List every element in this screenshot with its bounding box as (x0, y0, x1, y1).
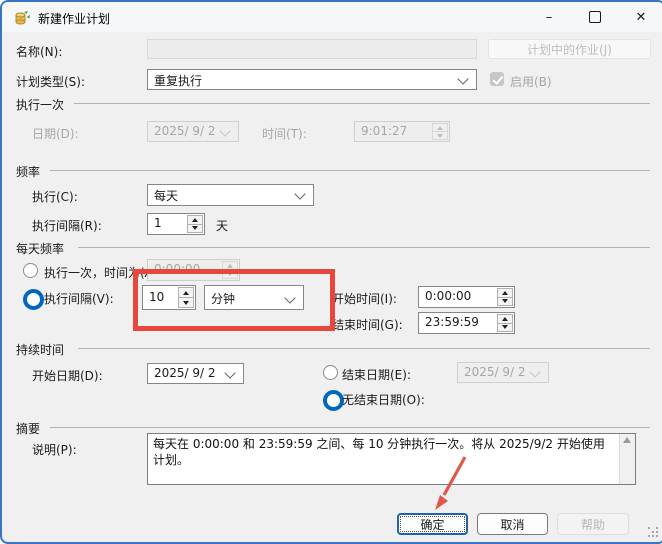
end-date-radio[interactable] (323, 365, 338, 380)
end-date-label: 结束日期(E): (342, 366, 411, 383)
cancel-label: 取消 (500, 516, 524, 533)
description-text: 每天在 0:00:00 和 23:59:59 之间、每 10 分钟执行一次。将从… (153, 436, 615, 468)
end-date-select[interactable]: 2025/ 9/ 2 (457, 362, 549, 383)
no-end-date-label: 无结束日期(O): (342, 391, 425, 408)
summary-group-line (50, 427, 650, 428)
title-bar: 新建作业计划 – ✕ (2, 2, 662, 32)
name-input[interactable] (147, 39, 477, 59)
window-title: 新建作业计划 (38, 10, 110, 27)
spin-down-icon[interactable] (497, 323, 513, 333)
close-button[interactable]: ✕ (618, 2, 662, 32)
one-time-group-line (74, 103, 650, 104)
spin-up-icon[interactable] (497, 288, 513, 297)
description-textbox[interactable]: 每天在 0:00:00 和 23:59:59 之间、每 10 分钟执行一次。将从… (147, 433, 636, 485)
time-spinner[interactable]: 9:01:27 (354, 121, 450, 142)
enabled-checkbox[interactable] (490, 72, 504, 86)
recurs-interval-unit: 天 (216, 217, 228, 234)
cancel-button[interactable]: 取消 (477, 513, 548, 535)
schedule-type-value: 重复执行 (154, 72, 202, 89)
new-job-schedule-dialog: 新建作业计划 – ✕ 名称(N): 计划中的作业(J) 计划类型(S): 重复执… (0, 0, 662, 544)
minimize-icon: – (546, 10, 553, 25)
date-select[interactable]: 2025/ 9/ 2 (147, 121, 239, 142)
help-button[interactable]: 帮助 (557, 513, 629, 535)
occurs-every-radio[interactable] (23, 289, 44, 310)
start-time-value: 0:00:00 (425, 289, 471, 303)
schedule-type-label: 计划类型(S): (16, 73, 85, 90)
start-time-spinner[interactable]: 0:00:00 (418, 286, 515, 308)
chevron-down-icon (294, 188, 305, 199)
maximize-button[interactable] (572, 2, 618, 32)
date-label: 日期(D): (32, 125, 79, 142)
no-end-date-radio[interactable] (323, 390, 344, 411)
enabled-label: 启用(B) (510, 73, 552, 90)
recurs-interval-label: 执行间隔(R): (32, 217, 102, 234)
end-time-value: 23:59:59 (425, 315, 479, 329)
minimize-button[interactable]: – (526, 2, 572, 32)
maximize-icon (589, 11, 601, 23)
name-label: 名称(N): (16, 43, 62, 60)
daily-group-label: 每天频率 (16, 240, 64, 257)
schedule-type-select[interactable]: 重复执行 (147, 69, 477, 90)
description-label: 说明(P): (32, 441, 77, 458)
scroll-up-icon (623, 437, 631, 443)
highlight-box-annotation (133, 269, 335, 331)
ok-button[interactable]: 确定 (397, 513, 468, 535)
occurs-every-label: 执行间隔(V): (44, 290, 114, 307)
jobs-in-schedule-button[interactable]: 计划中的作业(J) (488, 39, 651, 59)
close-icon: ✕ (636, 10, 647, 25)
resize-grip[interactable] (648, 527, 658, 537)
daily-group-line (78, 247, 650, 248)
summary-group-label: 摘要 (16, 420, 40, 437)
frequency-group-label: 频率 (16, 163, 40, 180)
duration-group-label: 持续时间 (16, 341, 64, 358)
end-time-label: 结束时间(G): (332, 316, 403, 333)
chevron-down-icon (529, 366, 540, 377)
spin-up-icon[interactable] (432, 123, 448, 131)
ok-label: 确定 (420, 516, 444, 533)
spin-down-icon[interactable] (497, 297, 513, 307)
start-time-label: 开始时间(I): (332, 290, 397, 307)
chevron-down-icon (224, 367, 235, 378)
description-scrollbar[interactable] (619, 434, 635, 484)
spin-up-icon[interactable] (497, 314, 513, 323)
frequency-group-line (50, 170, 650, 171)
end-time-spinner[interactable]: 23:59:59 (418, 312, 515, 334)
help-label: 帮助 (581, 516, 605, 533)
time-label: 时间(T): (262, 125, 307, 142)
end-date-value: 2025/ 9/ 2 (464, 365, 526, 379)
occurs-value: 每天 (154, 187, 178, 204)
start-date-value: 2025/ 9/ 2 (154, 366, 216, 380)
spin-up-icon[interactable] (187, 215, 203, 224)
spin-down-icon[interactable] (187, 224, 203, 234)
occurs-select[interactable]: 每天 (147, 184, 314, 206)
schedule-icon (14, 9, 31, 26)
arrow-annotation (417, 450, 479, 514)
duration-group-line (78, 348, 650, 349)
one-time-group-label: 执行一次 (16, 96, 64, 113)
chevron-down-icon (457, 73, 468, 84)
start-date-label: 开始日期(D): (32, 367, 103, 384)
date-value: 2025/ 9/ 2 (154, 124, 216, 138)
chevron-down-icon (219, 125, 230, 136)
start-date-select[interactable]: 2025/ 9/ 2 (147, 363, 244, 384)
recurs-interval-spinner[interactable]: 1 (147, 213, 205, 235)
spin-down-icon[interactable] (432, 131, 448, 140)
time-value: 9:01:27 (361, 124, 407, 138)
recurs-interval-value: 1 (154, 216, 162, 230)
jobs-in-schedule-label: 计划中的作业(J) (527, 41, 612, 58)
occurs-label: 执行(C): (32, 188, 78, 205)
occurs-once-radio[interactable] (23, 263, 38, 278)
